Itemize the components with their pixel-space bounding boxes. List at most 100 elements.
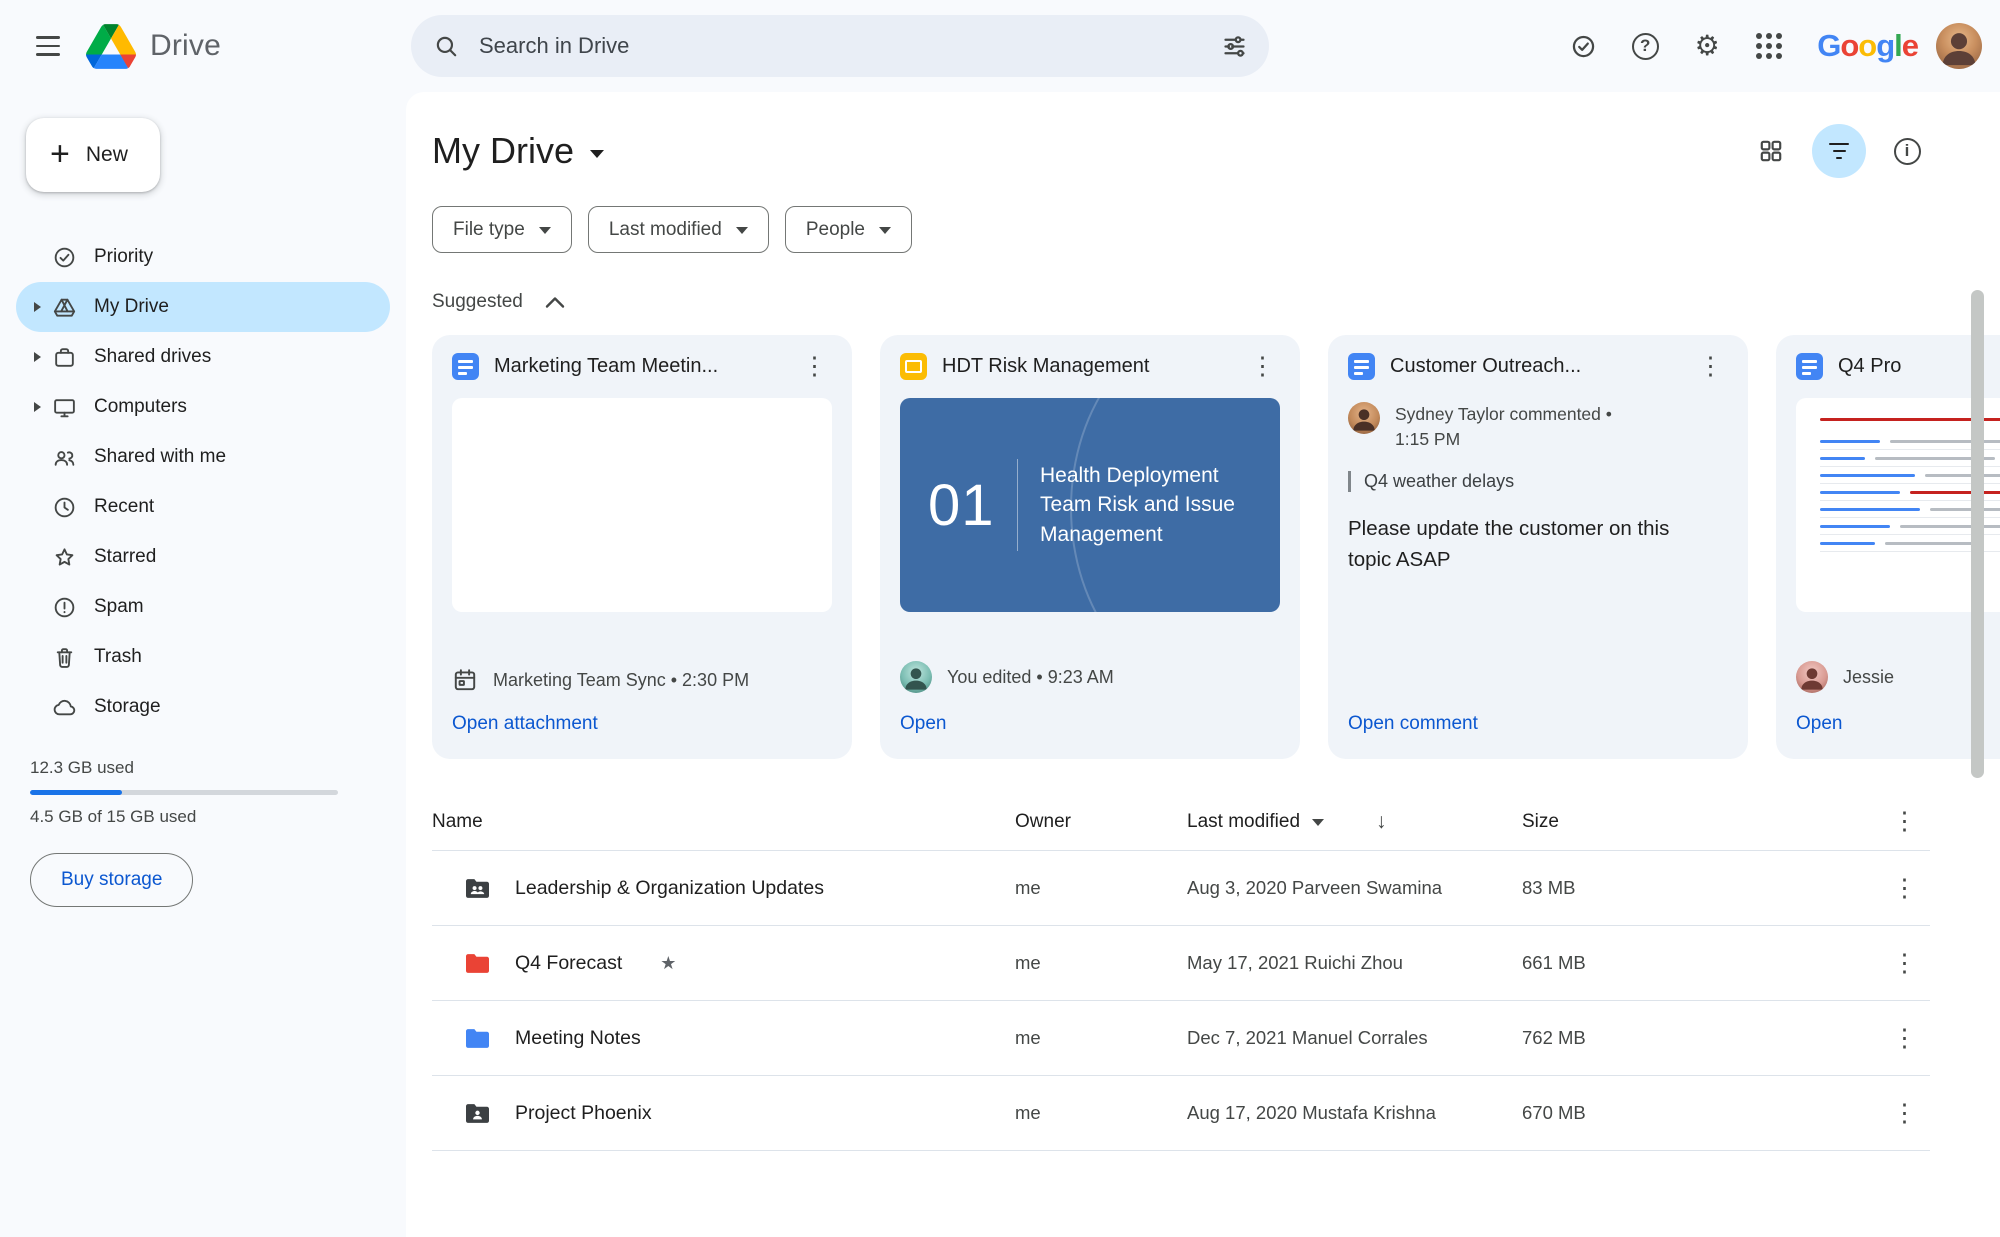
file-size: 762 MB xyxy=(1522,1027,1586,1048)
column-header-name[interactable]: Name xyxy=(432,811,1015,833)
details-button[interactable]: i xyxy=(1880,124,1934,178)
sidebar-item-recent[interactable]: Recent xyxy=(16,482,390,532)
chevron-down-icon xyxy=(1312,819,1325,826)
main-menu-button[interactable] xyxy=(20,18,76,74)
open-link[interactable]: Open xyxy=(900,709,1280,739)
column-header-label: Last modified xyxy=(1187,810,1301,832)
open-link[interactable]: Open xyxy=(1796,709,2000,739)
star-outline-icon xyxy=(50,543,78,571)
slide-divider xyxy=(1016,459,1019,551)
row-menu-button[interactable]: ⋮ xyxy=(1887,1025,1922,1051)
sidebar-item-shared-with-me[interactable]: Shared with me xyxy=(16,432,390,482)
sort-descending-icon[interactable]: ↓ xyxy=(1376,810,1387,834)
slide-preview-thumbnail[interactable]: 01 Health Deployment Team Risk and Issue… xyxy=(900,398,1280,612)
new-button-label: New xyxy=(85,143,128,166)
open-comment-link[interactable]: Open comment xyxy=(1348,709,1728,739)
card-meta-text: Marketing Team Sync • 2:30 PM xyxy=(493,669,750,690)
search-button[interactable] xyxy=(419,19,473,73)
computer-icon xyxy=(50,393,78,421)
user-avatar[interactable] xyxy=(1936,23,1982,69)
list-options-button[interactable]: ⋮ xyxy=(1887,808,1922,834)
sidebar-item-computers[interactable]: Computers xyxy=(16,382,390,432)
people-icon xyxy=(50,443,78,471)
last-modified-filter-chip[interactable]: Last modified xyxy=(587,206,769,253)
row-menu-button[interactable]: ⋮ xyxy=(1887,1100,1922,1126)
availability-status-button[interactable] xyxy=(1555,18,1611,74)
column-header-owner[interactable]: Owner xyxy=(1015,811,1187,833)
suggestion-card-customer-outreach[interactable]: Customer Outreach... ⋮ Sydney Taylor com… xyxy=(1328,335,1748,759)
sidebar-item-spam[interactable]: Spam xyxy=(16,582,390,632)
expand-caret-icon[interactable] xyxy=(33,402,41,412)
google-letter: l xyxy=(1894,28,1903,63)
filter-button[interactable] xyxy=(1812,124,1866,178)
file-name: Meeting Notes xyxy=(515,1026,641,1049)
page-title: My Drive xyxy=(432,130,574,171)
suggestion-card-hdt-slides[interactable]: HDT Risk Management ⋮ 01 Health Deployme… xyxy=(880,335,1300,759)
my-drive-title-menu[interactable]: My Drive xyxy=(432,130,604,172)
suggested-section-toggle[interactable]: Suggested xyxy=(432,291,565,313)
sidebar-item-label: My Drive xyxy=(94,296,169,317)
file-owner: me xyxy=(1015,952,1041,973)
suggested-label: Suggested xyxy=(432,291,523,312)
search-bar[interactable] xyxy=(411,15,1269,77)
file-modified: Aug 3, 2020 Parveen Swamina xyxy=(1187,877,1443,898)
expand-caret-icon[interactable] xyxy=(33,352,41,362)
starred-icon: ★ xyxy=(660,952,677,973)
table-row[interactable]: Q4 Forecast ★ me May 17, 2021 Ruichi Zho… xyxy=(432,926,1930,1001)
column-header-size[interactable]: Size xyxy=(1522,811,1822,833)
suggestion-card-q4-proposal[interactable]: Q4 Pro ⋮ Jessie Open xyxy=(1776,335,2000,759)
plus-icon: + xyxy=(50,134,70,173)
check-circle-icon xyxy=(1572,35,1594,57)
sidebar-item-storage[interactable]: Storage xyxy=(16,682,390,732)
sidebar-item-trash[interactable]: Trash xyxy=(16,632,390,682)
sidebar-item-my-drive[interactable]: My Drive xyxy=(16,282,390,332)
card-menu-button[interactable]: ⋮ xyxy=(797,354,832,379)
suggestion-card-marketing-doc[interactable]: Marketing Team Meetin... ⋮ Marketing Tea… xyxy=(432,335,852,759)
clock-icon xyxy=(50,493,78,521)
google-apps-button[interactable] xyxy=(1741,18,1797,74)
document-preview-thumbnail[interactable] xyxy=(1796,398,2000,612)
sidebar-item-starred[interactable]: Starred xyxy=(16,532,390,582)
file-name: Project Phoenix xyxy=(515,1101,652,1124)
slide-decoration-arc xyxy=(1070,398,1280,612)
row-menu-button[interactable]: ⋮ xyxy=(1887,875,1922,901)
advanced-search-button[interactable] xyxy=(1207,19,1261,73)
expand-caret-icon[interactable] xyxy=(33,302,41,312)
card-menu-button[interactable]: ⋮ xyxy=(1693,354,1728,379)
drive-logo[interactable]: Drive xyxy=(86,23,221,69)
slide-number: 01 xyxy=(928,472,995,538)
people-filter-chip[interactable]: People xyxy=(784,206,912,253)
search-input[interactable] xyxy=(473,33,1207,59)
google-wordmark: G o o g l e xyxy=(1817,28,1919,64)
row-menu-button[interactable]: ⋮ xyxy=(1887,950,1922,976)
storage-used-label: 12.3 GB used xyxy=(30,758,134,777)
file-modified: Aug 17, 2020 Mustafa Krishna xyxy=(1187,1102,1436,1123)
sidebar-item-label: Shared with me xyxy=(94,446,227,467)
document-preview-thumbnail[interactable] xyxy=(452,398,832,612)
open-attachment-link[interactable]: Open attachment xyxy=(452,709,832,739)
vertical-scrollbar[interactable] xyxy=(1971,290,1984,778)
buy-storage-button[interactable]: Buy storage xyxy=(30,853,194,907)
chip-label: Last modified xyxy=(608,218,722,240)
chevron-down-icon xyxy=(879,227,891,234)
file-list-header: Name Owner Last modified ↓ Size ⋮ xyxy=(432,793,1930,851)
file-list: Name Owner Last modified ↓ Size ⋮ Leader… xyxy=(432,793,1930,1151)
sidebar: + New Priority My Drive Shared drives Co… xyxy=(0,92,406,1237)
help-button[interactable]: ? xyxy=(1617,18,1673,74)
settings-button[interactable]: ⚙ xyxy=(1679,18,1735,74)
file-type-filter-chip[interactable]: File type xyxy=(432,206,572,253)
file-size: 83 MB xyxy=(1522,877,1576,898)
sidebar-item-priority[interactable]: Priority xyxy=(16,232,390,282)
file-owner: me xyxy=(1015,1027,1041,1048)
shared-folder-icon xyxy=(466,878,489,898)
column-header-modified[interactable]: Last modified ↓ xyxy=(1187,810,1522,834)
sidebar-item-shared-drives[interactable]: Shared drives xyxy=(16,332,390,382)
table-row[interactable]: Meeting Notes me Dec 7, 2021 Manuel Corr… xyxy=(432,1001,1930,1076)
storage-progress-bar xyxy=(30,790,338,795)
table-row[interactable]: Project Phoenix me Aug 17, 2020 Mustafa … xyxy=(432,1076,1930,1151)
top-app-bar: Drive ? ⚙ xyxy=(0,0,2000,92)
grid-view-toggle-button[interactable] xyxy=(1744,124,1798,178)
table-row[interactable]: Leadership & Organization Updates me Aug… xyxy=(432,851,1930,926)
new-button[interactable]: + New xyxy=(26,118,160,192)
card-menu-button[interactable]: ⋮ xyxy=(1245,354,1280,379)
